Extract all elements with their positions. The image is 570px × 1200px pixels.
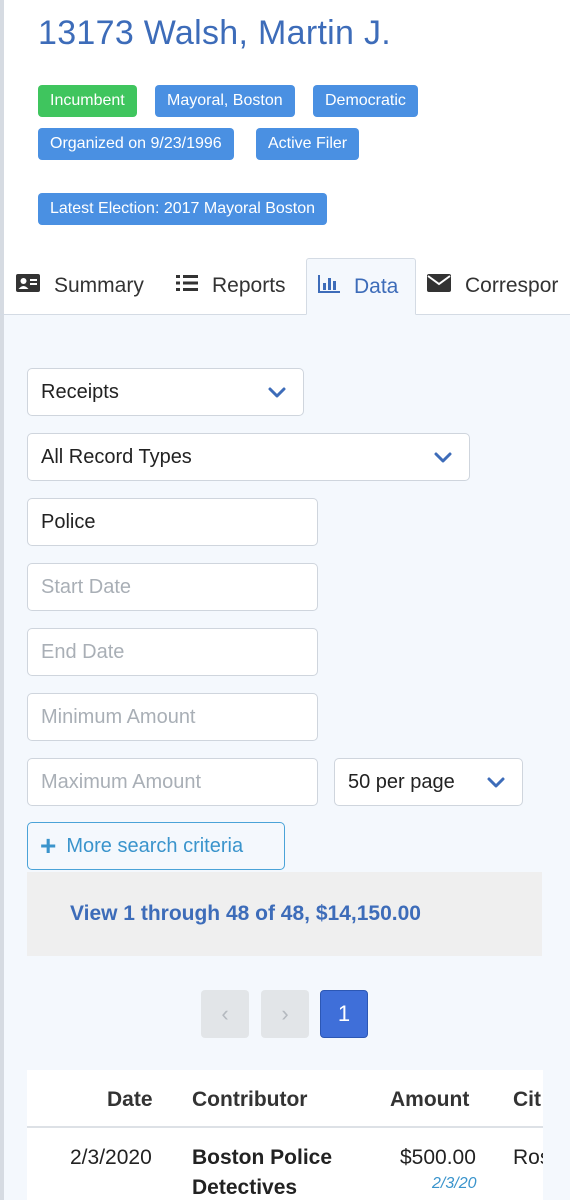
tab-summary-label: Summary (54, 274, 144, 297)
record-type-select[interactable]: All Record Types (27, 433, 470, 481)
pagination-page-1[interactable]: 1 (320, 990, 368, 1038)
cell-contributor-line1[interactable]: Boston Police (192, 1146, 332, 1170)
cell-amount: $500.00 (400, 1146, 476, 1169)
data-type-select-value: Receipts (41, 380, 119, 403)
cell-contributor-line2[interactable]: Detectives (192, 1176, 297, 1200)
results-table: Date Contributor Amount Cit 2/3/2020 Bos… (27, 1070, 543, 1200)
tab-summary[interactable]: Summary (16, 258, 144, 314)
data-type-select[interactable]: Receipts (27, 368, 304, 416)
pagination-prev-button[interactable]: ‹ (201, 990, 249, 1038)
chevron-down-icon (487, 777, 505, 788)
column-header-contributor[interactable]: Contributor (192, 1088, 307, 1112)
tab-bar: Summary Reports Data Correspor (0, 258, 570, 315)
search-input[interactable]: Police (27, 498, 318, 546)
badge-organized-date: Organized on 9/23/1996 (38, 128, 234, 160)
page-title: 13173 Walsh, Martin J. (38, 14, 392, 52)
more-search-criteria-label: More search criteria (66, 834, 244, 857)
per-page-select[interactable]: 50 per page (334, 758, 523, 806)
tab-reports-label: Reports (212, 274, 286, 297)
tab-data-label: Data (354, 274, 399, 298)
plus-icon: + (40, 830, 57, 861)
tab-correspondence[interactable]: Correspor (427, 258, 558, 314)
column-header-date[interactable]: Date (107, 1088, 153, 1112)
cell-amount-date: 2/3/20 (432, 1175, 477, 1192)
chevron-down-icon (434, 452, 452, 463)
cell-date: 2/3/2020 (70, 1146, 152, 1169)
start-date-field[interactable]: Start Date (27, 563, 318, 611)
tab-reports[interactable]: Reports (176, 258, 286, 314)
list-icon (176, 274, 198, 298)
badge-party: Democratic (313, 85, 418, 117)
column-header-amount[interactable]: Amount (390, 1088, 469, 1112)
bar-chart-icon (318, 274, 340, 299)
table-header-divider (27, 1126, 543, 1128)
results-summary-text: View 1 through 48 of 48, $14,150.00 (70, 902, 421, 925)
results-summary: View 1 through 48 of 48, $14,150.00 (27, 872, 542, 956)
record-type-select-value: All Record Types (41, 445, 192, 468)
badge-filer-status: Active Filer (256, 128, 360, 160)
maximum-amount-field[interactable]: Maximum Amount (27, 758, 318, 806)
tab-correspondence-label: Correspor (465, 274, 559, 297)
envelope-icon (427, 274, 451, 298)
badge-incumbent: Incumbent (38, 85, 137, 117)
end-date-field[interactable]: End Date (27, 628, 318, 676)
per-page-select-value: 50 per page (348, 770, 455, 793)
tab-data[interactable]: Data (306, 258, 416, 315)
more-search-criteria-button[interactable]: + More search criteria (27, 822, 285, 870)
cell-city: Ros (513, 1146, 543, 1169)
badge-office: Mayoral, Boston (155, 85, 295, 117)
minimum-amount-field[interactable]: Minimum Amount (27, 693, 318, 741)
chevron-down-icon (268, 387, 286, 398)
badge-latest-election: Latest Election: 2017 Mayoral Boston (38, 193, 328, 225)
column-header-city[interactable]: Cit (513, 1088, 541, 1112)
id-card-icon (16, 274, 40, 298)
pagination-next-button[interactable]: › (261, 990, 309, 1038)
